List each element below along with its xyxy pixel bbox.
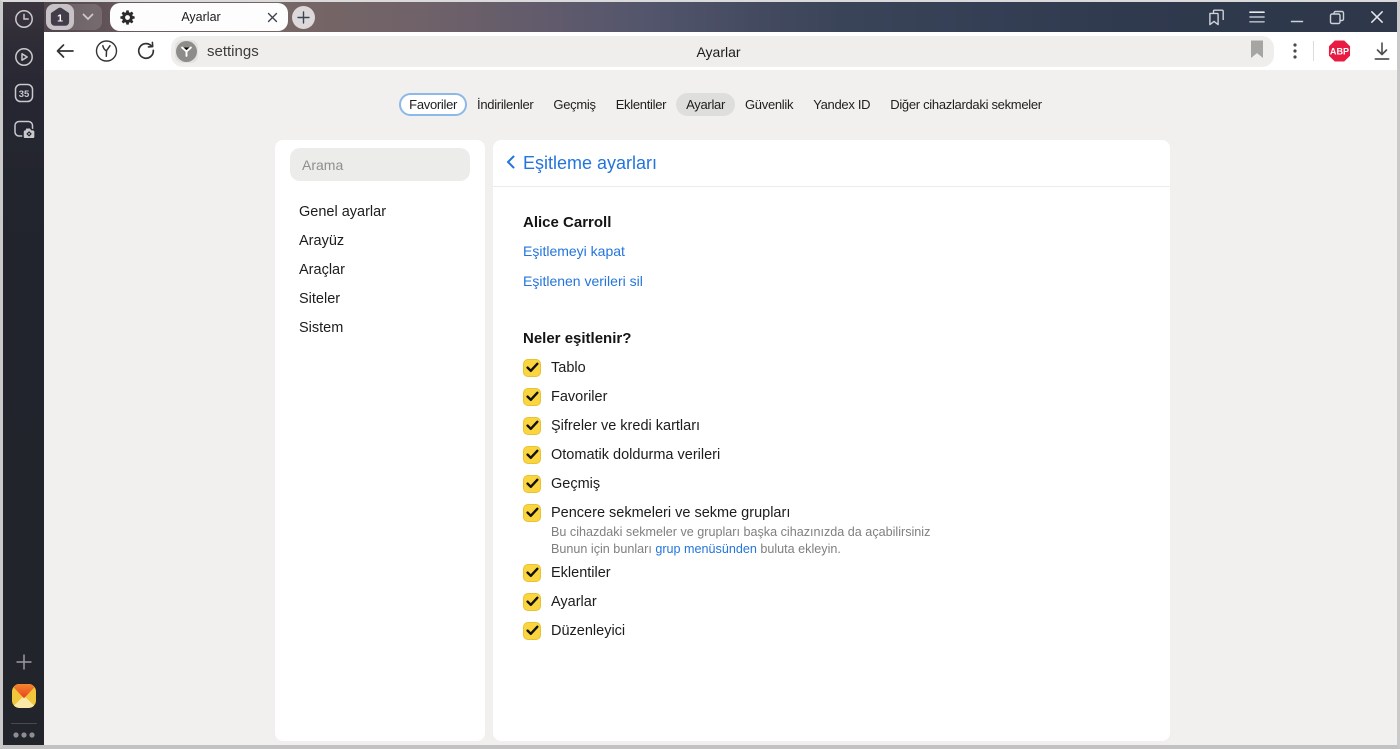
svg-text:1: 1 [57,12,63,24]
sync-title[interactable]: Eşitleme ayarları [523,153,657,174]
sync-item-label: Düzenleyici [551,622,626,639]
sync-item-row: Şifreler ve kredi kartları [523,411,1140,440]
back-icon[interactable] [52,43,78,59]
yandex-browser-favicon [176,41,197,62]
sync-item-row: Otomatik doldurma verileri [523,440,1140,469]
settings-menu-item[interactable]: Araçlar [275,255,485,284]
description-line1: Bu cihazdaki sekmeler ve grupları başka … [551,525,931,539]
tab-strip: 1 Ayarlar [44,2,1397,32]
settings-nav-item[interactable]: Güvenlik [735,93,803,116]
settings-nav-item[interactable]: Geçmiş [543,93,605,116]
active-tab[interactable]: Ayarlar [110,3,288,31]
sync-item-label: Pencere sekmeleri ve sekme grupları [551,504,791,521]
site-favicon-chip [175,40,198,63]
back-chevron-icon[interactable] [506,153,515,174]
checkbox-checked[interactable] [523,621,541,640]
restore-icon[interactable] [1317,2,1357,32]
sync-item-row: Eklentiler [523,558,1140,587]
tabs-chevron-button[interactable] [74,4,102,30]
browser-sidebar: 35 [3,2,44,745]
add-panel-icon[interactable] [15,653,33,671]
sync-item-label: Tablo [551,359,586,376]
more-dots-icon[interactable] [12,731,36,739]
settings-page: Favoriler İndirilenler Geçmiş Eklentiler Aya… [44,70,1397,745]
settings-menu-item[interactable]: Genel ayarlar [275,197,485,226]
settings-nav-item[interactable]: Favoriler [399,92,468,116]
checkbox-checked[interactable] [523,563,541,582]
settings-search[interactable] [290,148,470,181]
toolbar-separator [1313,41,1314,61]
svg-text:ABP: ABP [1329,47,1348,57]
sync-item-label: Ayarlar [551,593,597,610]
history-icon[interactable] [13,8,35,30]
checkbox-checked[interactable] [523,358,541,377]
sync-item-row: Favoriler [523,382,1140,411]
tab-gear-icon [120,9,135,25]
adblock-extension-icon[interactable]: ABP [1327,40,1351,63]
checkbox-checked[interactable] [523,387,541,406]
checkbox-checked[interactable] [523,592,541,611]
sync-item-row: Ayarlar [523,587,1140,616]
refresh-icon[interactable] [134,41,158,61]
sync-item-description: Bu cihazdaki sekmeler ve grupları başka … [551,524,1140,557]
new-tab-button[interactable] [292,6,315,29]
sync-item-row: Geçmiş [523,469,1140,498]
sync-item-label: Otomatik doldurma verileri [551,446,721,463]
all-tabs-button[interactable]: 1 [46,4,74,30]
settings-nav-item[interactable]: Yandex ID [803,93,880,116]
sync-item-label: Geçmiş [551,475,601,492]
settings-menu-item[interactable]: Arayüz [275,226,485,255]
delete-synced-data-link[interactable]: Eşitlenen verileri sil [523,273,1140,289]
sync-item-label: Şifreler ve kredi kartları [551,417,701,434]
settings-sidebar-panel: Genel ayarlarArayüzAraçlarSitelerSistem [275,140,485,741]
yandex-mail-icon[interactable] [11,684,36,709]
svg-text:35: 35 [18,89,29,100]
sync-section-title: Neler eşitlenir? [523,330,632,347]
description-line2: Bunun için bunları grup menüsünden bulut… [551,541,841,556]
settings-nav-item[interactable]: Diğer cihazlardaki sekmeler [880,93,1052,116]
checkbox-checked[interactable] [523,416,541,435]
minimize-icon[interactable] [1277,2,1317,32]
downloads-icon[interactable] [1370,42,1394,61]
checkbox-checked[interactable] [523,445,541,464]
player-icon[interactable] [13,46,35,68]
settings-nav-item[interactable]: Ayarlar [676,92,735,116]
sync-item-row: Düzenleyici [523,616,1140,645]
settings-menu-item[interactable]: Sistem [275,313,485,342]
close-window-icon[interactable] [1357,2,1397,32]
sync-item-label: Eklentiler [551,564,611,581]
tab-counter-group[interactable]: 1 [46,4,102,30]
settings-menu-item[interactable]: Siteler [275,284,485,313]
tab-title: Ayarlar [181,10,221,24]
calendar-badge-icon[interactable]: 35 [13,82,35,104]
settings-nav-item[interactable]: Eklentiler [606,93,676,116]
sync-header[interactable]: Eşitleme ayarları [493,140,1170,187]
screenshot-icon[interactable] [12,117,36,141]
toolbar-menu-icon[interactable] [1287,43,1303,59]
browser-toolbar: settings Ayarlar ABP [44,32,1397,70]
settings-search-input[interactable] [302,156,452,173]
sync-item-label: Favoriler [551,388,608,405]
checkbox-checked[interactable] [523,474,541,493]
account-name: Alice Carroll [523,214,612,231]
browser-menu-icon[interactable] [1237,2,1277,32]
page-title: Ayarlar [696,43,741,60]
group-menu-link[interactable]: grup menüsünden [655,542,757,556]
sidebar-divider [11,723,37,724]
bookmark-icon[interactable] [1250,40,1264,63]
sync-item-row: Tablo [523,353,1140,382]
sync-off-link[interactable]: Eşitlemeyi kapat [523,243,1140,259]
yandex-services-icon[interactable] [94,40,118,63]
address-bar[interactable]: settings Ayarlar [171,36,1274,67]
settings-nav-item[interactable]: İndirilenler [467,93,543,116]
checkbox-checked[interactable] [523,503,541,522]
tab-close-icon[interactable] [267,12,278,23]
bookmarks-panel-icon[interactable] [1197,2,1237,32]
settings-nav: Favoriler İndirilenler Geçmiş Eklentiler Aya… [399,92,1052,116]
url-text: settings [207,43,259,60]
sync-settings-panel: Eşitleme ayarları Alice Carroll Eşitleme… [493,140,1170,741]
sync-item-row: Pencere sekmeleri ve sekme grupları [523,498,1140,527]
browser-window: 35 1 Ayarlar settings Ayarlar ABP Favori… [0,0,1400,749]
